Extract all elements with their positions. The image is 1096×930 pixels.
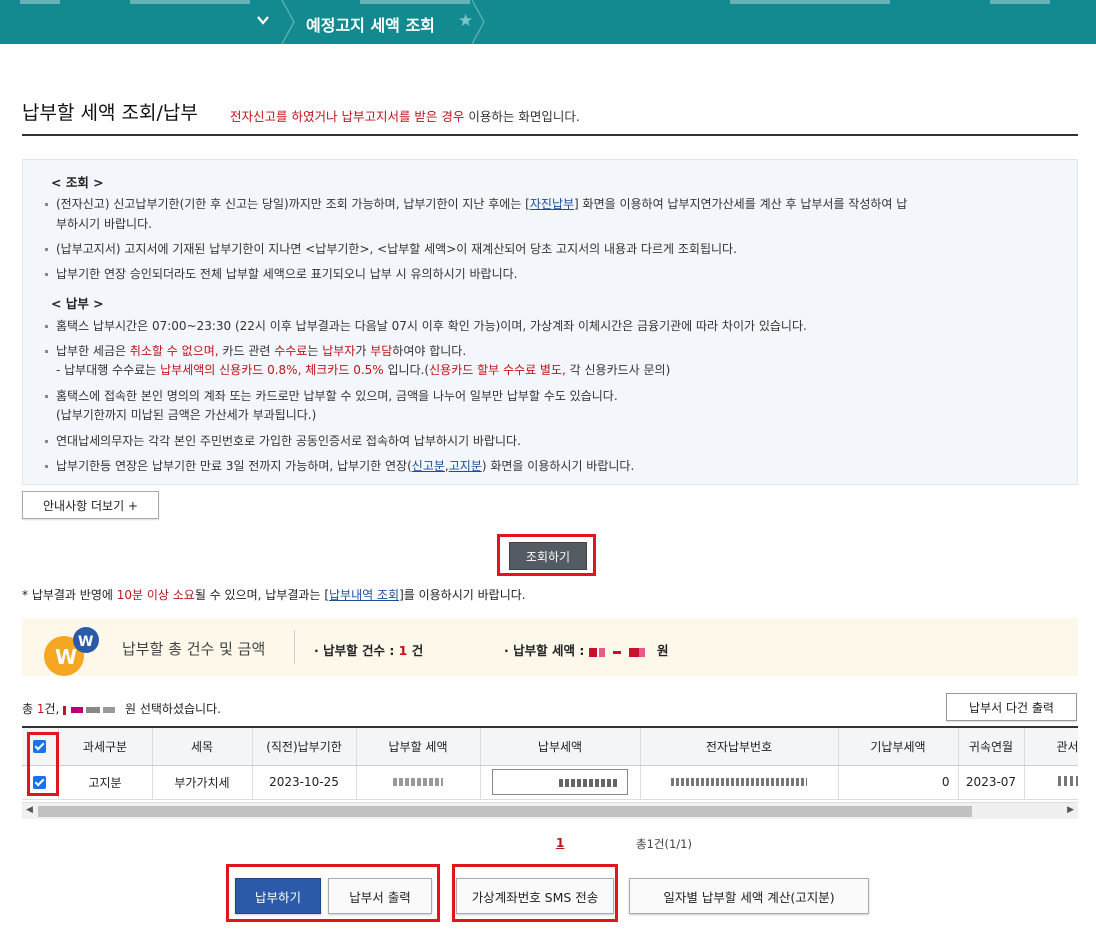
column-header: 납부할 세액 [356, 726, 481, 766]
column-header: 관서명 [1024, 726, 1078, 766]
breadcrumb-separator [471, 0, 485, 44]
column-header: (직전)납부기한 [252, 726, 357, 766]
summary-count: · 납부할 건수 : 1 건 [314, 643, 424, 658]
more-guidance-button[interactable]: 안내사항 더보기 + [22, 491, 159, 519]
summary-divider [294, 630, 295, 664]
guidance-line: (전자신고) 신고납부기한(기한 후 신고는 당일)까지만 조회 가능하며, 납… [45, 195, 907, 212]
section-heading-payment: < 납부 > [51, 296, 104, 311]
column-header: 과세구분 [58, 726, 153, 766]
highlight-frame [27, 732, 59, 796]
self-payment-link[interactable]: 자진납부 [530, 197, 574, 211]
summary-title: 납부할 총 건수 및 금액 [122, 640, 266, 658]
column-header: 세목 [152, 726, 253, 766]
table-header-row: 과세구분 세목 (직전)납부기한 납부할 세액 납부세액 전자납부번호 기납부세… [22, 726, 1078, 766]
page-number[interactable]: 1 [556, 836, 564, 850]
svg-text:W: W [55, 645, 77, 669]
daily-tax-calc-button[interactable]: 일자별 납부할 세액 계산(고지분) [629, 878, 869, 914]
column-header: 귀속연월 [958, 726, 1025, 766]
payment-result-notice: * 납부결과 반영에 10분 이상 소요될 수 있으며, 납부결과는 [납부내역… [22, 588, 526, 602]
cell-period: 2023-07 [958, 765, 1025, 800]
cell-office [1024, 765, 1078, 800]
redacted-value [393, 778, 443, 786]
payment-summary: W W 납부할 총 건수 및 금액 · 납부할 건수 : 1 건 · 납부할 세… [22, 618, 1078, 676]
horizontal-scrollbar[interactable]: ◀ ▶ [22, 802, 1078, 819]
cell-due-date: 2023-10-25 [252, 765, 357, 800]
redacted-amount [63, 703, 121, 717]
table-row: 고지분 부가가치세 2023-10-25 0 2023-07 [22, 765, 1078, 800]
summary-amount: · 납부할 세액 : 원 [504, 643, 669, 659]
wetax-logo-icon: W W [44, 627, 99, 676]
pay-button[interactable]: 납부하기 [235, 878, 321, 914]
title-divider [22, 134, 1078, 136]
guidance-line: 홈택스 납부시간은 07:00~23:30 (22시 이후 납부결과는 다음날 … [45, 317, 807, 334]
page-total: 총1건(1/1) [636, 837, 692, 851]
page-title-note: 전자신고를 하였거나 납부고지서를 받은 경우 이용하는 화면입니다. [230, 109, 580, 124]
breadcrumb-separator [281, 0, 295, 44]
sms-virtual-account-button[interactable]: 가상계좌번호 SMS 전송 [456, 878, 614, 914]
guidance-line: 납부한 세금은 취소할 수 없으며, 카드 관련 수수료는 납부자가 부담하여야… [45, 342, 466, 359]
scroll-left-icon[interactable]: ◀ [26, 805, 33, 815]
cell-amount-due [356, 765, 481, 800]
svg-text:W: W [78, 634, 93, 650]
multi-print-button[interactable]: 납부서 다건 출력 [946, 693, 1077, 721]
print-payment-slip-button[interactable]: 납부서 출력 [328, 878, 432, 914]
redacted-value [671, 778, 807, 786]
column-header: 기납부세액 [838, 726, 959, 766]
payment-history-link[interactable]: 납부내역 조회 [329, 588, 399, 602]
guidance-line: - 납부대행 수수료는 납부세액의 신용카드 0.8%, 체크카드 0.5% 입… [56, 363, 671, 377]
guidance-box: < 조회 > (전자신고) 신고납부기한(기한 후 신고는 당일)까지만 조회 … [22, 159, 1078, 485]
payment-amount-input[interactable] [492, 769, 628, 795]
guidance-line: 부하시기 바랍니다. [56, 217, 152, 231]
column-header: 납부세액 [480, 726, 641, 766]
breadcrumb-current: 예정고지 세액 조회 [306, 16, 435, 35]
chevron-down-icon[interactable] [256, 12, 274, 30]
guidance-line: (납부기한까지 미납된 금액은 가산세가 부과됩니다.) [56, 408, 317, 422]
guidance-line: 납부기한등 연장은 납부기한 만료 3일 전까지 가능하며, 납부기한 연장(신… [45, 457, 634, 474]
guidance-line: 홈택스에 접속한 본인 명의의 계좌 또는 카드로만 납부할 수 있으며, 금액… [45, 387, 618, 404]
redacted-value [1058, 776, 1078, 786]
scroll-right-icon[interactable]: ▶ [1067, 805, 1074, 815]
redacted-amount [588, 644, 653, 659]
filed-extension-link[interactable]: 신고분 [412, 459, 445, 473]
guidance-line: 연대납세의무자는 각각 본인 주민번호로 가입한 공동인증서로 접속하여 납부하… [45, 432, 521, 449]
cell-tax-type: 고지분 [58, 765, 153, 800]
column-header: 전자납부번호 [640, 726, 839, 766]
notice-extension-link[interactable]: 고지분 [449, 459, 482, 473]
guidance-line: 납부기한 연장 승인되더라도 전체 납부할 세액으로 표기되오니 납부 시 유의… [45, 265, 517, 282]
cell-paid-amount: 0 [838, 765, 959, 800]
top-navigation-bar: 예정고지 세액 조회 ★ [0, 0, 1096, 44]
cell-payment-amount [480, 765, 641, 800]
page-title: 납부할 세액 조회/납부 [22, 102, 198, 124]
selection-total: 총 1건, 원 선택하셨습니다. [22, 702, 221, 717]
section-heading-inquiry: < 조회 > [51, 175, 104, 190]
cell-electronic-payment-number [640, 765, 839, 800]
cell-tax-item: 부가가치세 [152, 765, 253, 800]
guidance-line: (납부고지서) 고지서에 기재된 납부기한이 지나면 <납부기한>, <납부할 … [45, 240, 737, 257]
scrollbar-thumb[interactable] [38, 806, 972, 817]
inquiry-button[interactable]: 조회하기 [509, 542, 587, 570]
